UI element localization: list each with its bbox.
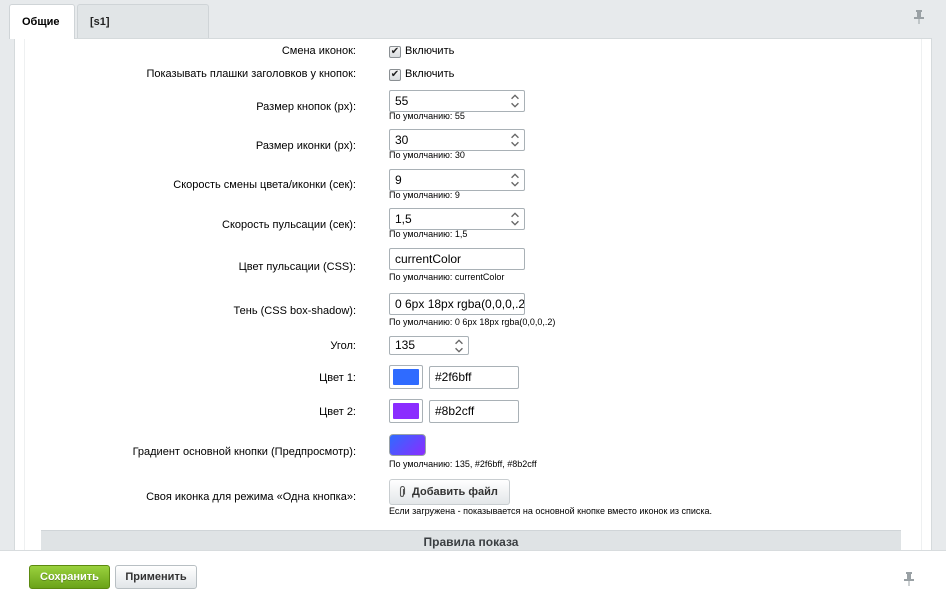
color1-value: #2f6bff — [435, 370, 472, 384]
spinner-icon[interactable] — [508, 93, 522, 109]
shadow-input[interactable]: 0 6px 18px rgba(0,0,0,.2) — [389, 293, 525, 315]
color2-swatch[interactable] — [389, 399, 423, 423]
gradient-label: Градиент основной кнопки (Предпросмотр): — [132, 446, 356, 458]
save-button[interactable]: Сохранить — [29, 565, 110, 589]
icon-size-value: 30 — [395, 133, 409, 147]
add-file-label: Добавить файл — [412, 486, 498, 498]
button-size-label: Размер кнопок (px): — [256, 101, 356, 113]
paperclip-icon — [399, 486, 406, 497]
color1-swatch[interactable] — [389, 365, 423, 389]
tab-general[interactable]: Общие — [9, 4, 75, 39]
shadow-value: 0 6px 18px rgba(0,0,0,.2) — [395, 297, 525, 311]
shadow-label: Тень (CSS box-shadow): — [233, 305, 356, 317]
pulse-speed-hint: По умолчанию: 1,5 — [389, 229, 468, 239]
spinner-icon[interactable] — [508, 172, 522, 188]
color1-input[interactable]: #2f6bff — [429, 366, 519, 389]
pulse-color-input[interactable]: currentColor — [389, 248, 525, 270]
show-headers-checkbox-label[interactable]: Включить — [405, 68, 454, 80]
angle-input[interactable]: 135 — [389, 336, 469, 355]
show-headers-label: Показывать плашки заголовков у кнопок: — [146, 68, 356, 80]
footer-bar: Сохранить Применить — [0, 550, 946, 600]
color-speed-value: 9 — [395, 173, 402, 187]
custom-icon-label: Своя иконка для режима «Одна кнопка»: — [146, 491, 356, 503]
pin-icon[interactable] — [913, 10, 925, 24]
tab-content: Смена иконок: ✔ Включить Показывать плаш… — [14, 38, 932, 550]
pulse-color-label: Цвет пульсации (CSS): — [238, 261, 356, 273]
color-speed-input[interactable]: 9 — [389, 169, 525, 191]
settings-form: Смена иконок: ✔ Включить Показывать плаш… — [24, 39, 922, 550]
icon-size-hint: По умолчанию: 30 — [389, 150, 465, 160]
shadow-hint: По умолчанию: 0 6px 18px rgba(0,0,0,.2) — [389, 317, 556, 327]
save-button-label: Сохранить — [40, 571, 99, 583]
color-speed-label: Скорость смены цвета/иконки (сек): — [173, 179, 356, 191]
pin-icon[interactable] — [903, 572, 915, 586]
color2-input[interactable]: #8b2cff — [429, 400, 519, 423]
pulse-speed-input[interactable]: 1,5 — [389, 208, 525, 230]
tab-s1-label: [s1] — [90, 15, 110, 28]
add-file-button[interactable]: Добавить файл — [389, 479, 510, 505]
color2-label: Цвет 2: — [319, 406, 356, 418]
pulse-color-value: currentColor — [395, 252, 462, 266]
pulse-speed-label: Скорость пульсации (сек): — [222, 219, 356, 231]
gradient-hint: По умолчанию: 135, #2f6bff, #8b2cff — [389, 459, 537, 469]
color1-swatch-fill — [393, 369, 419, 385]
spinner-icon[interactable] — [508, 211, 522, 227]
tab-general-label: Общие — [22, 16, 60, 28]
show-headers-checkbox[interactable]: ✔ — [389, 69, 401, 81]
icon-size-label: Размер иконки (px): — [255, 140, 356, 152]
custom-icon-hint: Если загружена - показывается на основно… — [389, 506, 713, 516]
button-size-hint: По умолчанию: 55 — [389, 111, 465, 121]
icon-change-label: Смена иконок: — [281, 45, 356, 57]
icon-change-checkbox-label[interactable]: Включить — [405, 45, 454, 57]
apply-button[interactable]: Применить — [115, 565, 197, 589]
display-rules-section-header[interactable]: Правила показа — [41, 530, 901, 550]
pulse-speed-value: 1,5 — [395, 212, 412, 226]
tab-bar: Общие [s1] — [0, 0, 946, 39]
button-size-value: 55 — [395, 94, 409, 108]
angle-value: 135 — [395, 338, 416, 352]
pulse-color-hint: По умолчанию: currentColor — [389, 272, 505, 282]
angle-label: Угол: — [330, 340, 356, 352]
apply-button-label: Применить — [125, 571, 187, 583]
display-rules-title: Правила показа — [423, 535, 519, 549]
color2-value: #8b2cff — [435, 404, 475, 418]
icon-size-input[interactable]: 30 — [389, 129, 525, 151]
color2-swatch-fill — [393, 403, 419, 419]
color-speed-hint: По умолчанию: 9 — [389, 190, 460, 200]
gradient-preview — [389, 434, 426, 456]
tab-s1[interactable]: [s1] — [77, 4, 209, 38]
button-size-input[interactable]: 55 — [389, 90, 525, 112]
spinner-icon[interactable] — [452, 338, 466, 354]
spinner-icon[interactable] — [508, 132, 522, 148]
icon-change-checkbox[interactable]: ✔ — [389, 46, 401, 58]
color1-label: Цвет 1: — [319, 372, 356, 384]
